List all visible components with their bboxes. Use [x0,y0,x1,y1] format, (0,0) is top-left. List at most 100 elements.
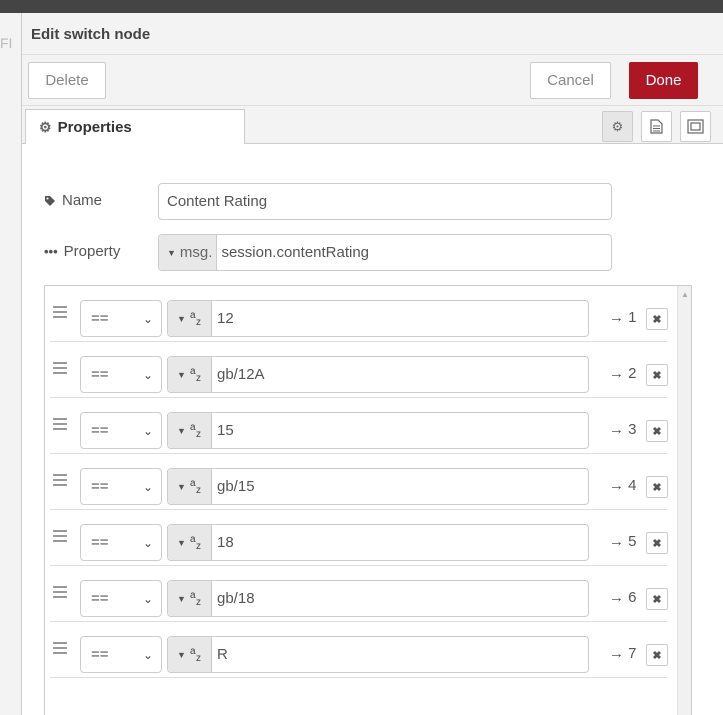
name-value: Content Rating [167,193,268,210]
rule-value: 18 [217,534,234,551]
close-icon[interactable]: ✖ [646,420,668,442]
cancel-button[interactable]: Cancel [530,62,611,99]
close-icon[interactable]: ✖ [646,364,668,386]
string-type-icon: az [189,477,201,496]
operator-select[interactable]: == ⌄ [80,468,162,505]
chevron-down-icon: ⌄ [142,591,153,606]
operator-value: == [91,590,109,607]
document-icon [650,119,663,134]
output-label: → 5 [609,533,637,550]
property-label-row: ••• Property [44,243,120,260]
drag-handle-icon[interactable] [53,530,67,542]
caret-down-icon: ▼ [177,369,186,380]
drag-handle-icon[interactable] [53,418,67,430]
rule-value-field[interactable]: ▼ az gb/15 [167,468,589,505]
output-label: → 4 [609,477,637,494]
chevron-down-icon: ⌄ [142,423,153,438]
rule-row: == ⌄ ▼ az R → 7 ✖ [50,622,668,678]
property-value: session.contentRating [221,244,370,261]
rules-scrollbar[interactable]: ▲ [677,286,691,715]
rule-row: == ⌄ ▼ az gb/12A → 2 ✖ [50,342,668,398]
operator-select[interactable]: == ⌄ [80,636,162,673]
drag-handle-icon[interactable] [53,474,67,486]
rule-value: 12 [217,310,234,327]
dots-icon: ••• [44,244,58,259]
drag-handle-icon[interactable] [53,586,67,598]
tray-toolbar: Delete Cancel Done [22,55,723,106]
string-type-icon: az [189,589,201,608]
tabs-bar: ⚙ Properties ⚙ [22,106,723,145]
value-type-select[interactable]: ▼ az [168,413,212,448]
property-prefix: msg. [179,244,213,261]
name-field[interactable]: Content Rating [158,183,612,220]
app-header-strip [0,0,723,13]
property-type-select[interactable]: ▼ msg. [159,235,218,270]
rule-value-field[interactable]: ▼ az gb/18 [167,580,589,617]
operator-value: == [91,646,109,663]
edit-tray: Edit switch node Delete Cancel Done ⚙ Pr… [22,13,723,715]
output-label: → 1 [609,309,637,326]
caret-down-icon: ▼ [177,593,186,604]
rule-value: 15 [217,422,234,439]
close-icon[interactable]: ✖ [646,588,668,610]
close-icon[interactable]: ✖ [646,476,668,498]
rule-row: == ⌄ ▼ az gb/18 → 6 ✖ [50,566,668,622]
settings-tab-button[interactable]: ⚙ [602,111,633,142]
tab-properties-label: Properties [57,119,132,136]
name-label-row: Name [44,192,102,209]
close-icon[interactable]: ✖ [646,308,668,330]
rule-row: == ⌄ ▼ az 18 → 5 ✖ [50,510,668,566]
operator-select[interactable]: == ⌄ [80,524,162,561]
name-label: Name [62,192,103,209]
operator-select[interactable]: == ⌄ [80,356,162,393]
operator-value: == [91,534,109,551]
workspace-edge: FI [0,13,22,715]
drag-handle-icon[interactable] [53,306,67,318]
caret-down-icon: ▼ [177,313,186,324]
value-type-select[interactable]: ▼ az [168,581,212,616]
close-icon[interactable]: ✖ [646,644,668,666]
output-label: → 6 [609,589,637,606]
operator-value: == [91,478,109,495]
rule-value-field[interactable]: ▼ az gb/12A [167,356,589,393]
rule-value-field[interactable]: ▼ az 18 [167,524,589,561]
value-type-select[interactable]: ▼ az [168,637,212,672]
operator-select[interactable]: == ⌄ [80,580,162,617]
appearance-tab-button[interactable] [680,111,711,142]
close-icon[interactable]: ✖ [646,532,668,554]
chevron-down-icon: ⌄ [142,479,153,494]
rule-value: gb/15 [217,478,255,495]
chevron-down-icon: ⌄ [142,535,153,550]
rule-value-field[interactable]: ▼ az 12 [167,300,589,337]
chevron-down-icon: ⌄ [142,311,153,326]
chevron-down-icon: ⌄ [142,367,153,382]
caret-down-icon: ▼ [177,425,186,436]
done-button[interactable]: Done [629,62,698,99]
output-label: → 7 [609,645,637,662]
caret-down-icon: ▼ [177,537,186,548]
value-type-select[interactable]: ▼ az [168,469,212,504]
value-type-select[interactable]: ▼ az [168,525,212,560]
tag-icon [45,195,55,206]
rule-value: gb/12A [217,366,265,383]
chevron-down-icon: ⌄ [142,647,153,662]
rule-row: == ⌄ ▼ az 12 → 1 ✖ [50,286,668,342]
delete-button[interactable]: Delete [28,62,106,99]
string-type-icon: az [189,365,201,384]
caret-down-icon: ▼ [177,649,186,660]
frame-icon [687,119,704,134]
value-type-select[interactable]: ▼ az [168,357,212,392]
property-label: Property [63,243,121,260]
drag-handle-icon[interactable] [53,362,67,374]
tray-title: Edit switch node [31,26,151,43]
rule-value-field[interactable]: ▼ az 15 [167,412,589,449]
tab-properties[interactable]: ⚙ Properties [25,109,245,145]
scroll-up-arrow-icon[interactable]: ▲ [681,290,689,299]
description-tab-button[interactable] [641,111,672,142]
operator-select[interactable]: == ⌄ [80,412,162,449]
property-field[interactable]: ▼ msg. session.contentRating [158,234,612,271]
drag-handle-icon[interactable] [53,642,67,654]
rule-value-field[interactable]: ▼ az R [167,636,589,673]
value-type-select[interactable]: ▼ az [168,301,212,336]
operator-select[interactable]: == ⌄ [80,300,162,337]
